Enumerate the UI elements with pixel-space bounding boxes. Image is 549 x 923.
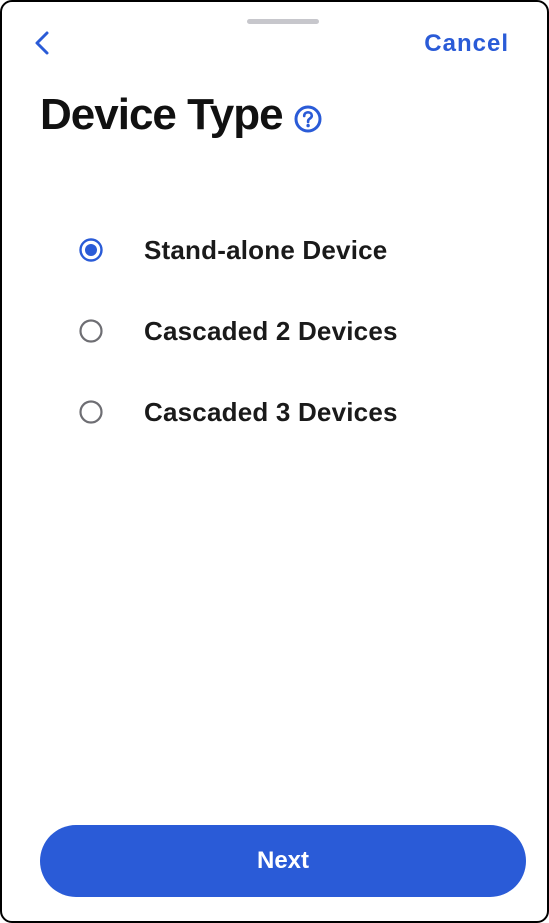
next-button[interactable]: Next (40, 825, 526, 897)
title-row: Device Type (40, 90, 323, 140)
chevron-left-icon (35, 31, 49, 55)
cancel-button[interactable]: Cancel (424, 30, 509, 58)
radio-unselected-icon[interactable] (78, 318, 104, 344)
back-button[interactable] (28, 28, 62, 62)
option-cascaded-3-devices[interactable]: Cascaded 3 Devices (78, 388, 398, 436)
sheet-grabber[interactable] (247, 19, 319, 24)
option-label: Cascaded 2 Devices (144, 315, 398, 346)
option-stand-alone-device[interactable]: Stand-alone Device (78, 226, 398, 274)
page-title: Device Type (40, 90, 284, 139)
device-type-sheet: Cancel Device Type Stand-alone Device Ca… (0, 0, 549, 923)
option-label: Stand-alone Device (144, 234, 388, 265)
option-cascaded-2-devices[interactable]: Cascaded 2 Devices (78, 307, 398, 355)
device-type-options: Stand-alone Device Cascaded 2 Devices Ca… (78, 226, 398, 469)
radio-selected-icon[interactable] (78, 237, 104, 263)
option-label: Cascaded 3 Devices (144, 396, 398, 427)
radio-unselected-icon[interactable] (78, 399, 104, 425)
question-circle-icon[interactable] (293, 104, 323, 134)
